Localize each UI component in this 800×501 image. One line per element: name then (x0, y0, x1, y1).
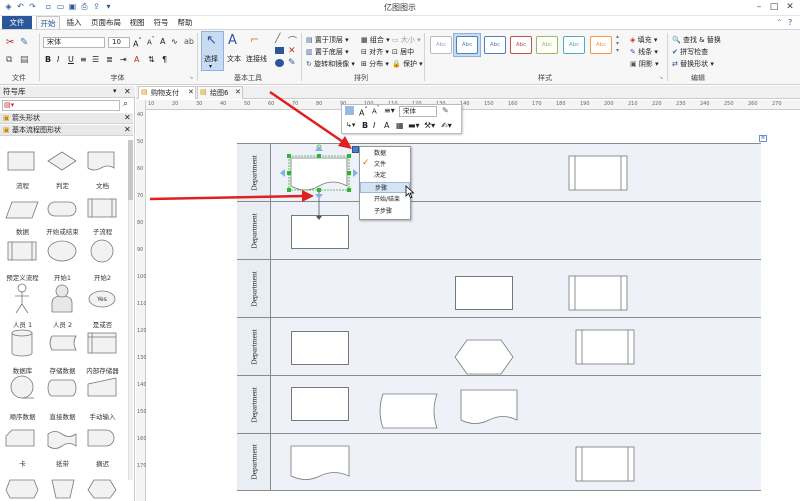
annotation-arrowhead-2 (302, 190, 314, 202)
annotation-arrows (149, 90, 352, 202)
annotation-arrowhead-1 (338, 136, 352, 149)
annotation-arrow-2 (149, 194, 305, 201)
annotation-arrow-1 (269, 90, 347, 146)
